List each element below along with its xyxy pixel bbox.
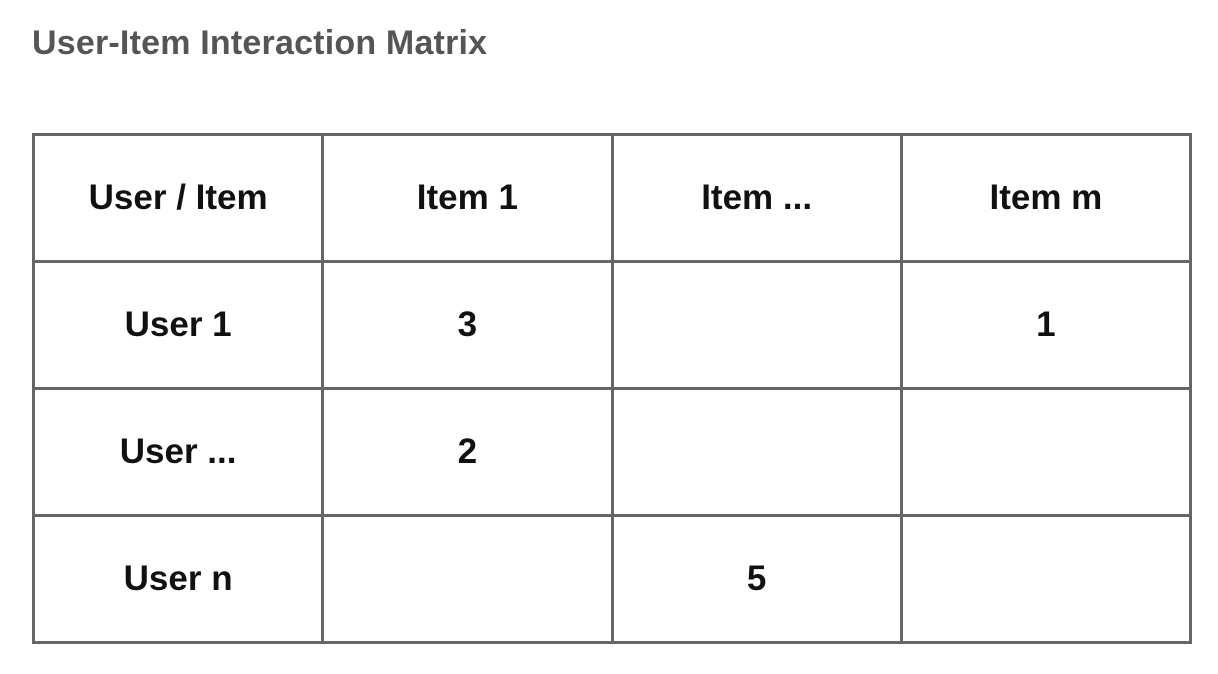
row-header-user-1: User 1: [31, 260, 325, 390]
header-row: User / Item Item 1 Item ... Item m: [31, 133, 1193, 263]
matrix-cell: 5: [610, 514, 903, 644]
table-row: User 1 3 1: [31, 260, 1193, 390]
matrix-cell: [610, 260, 903, 390]
corner-header-cell: User / Item: [31, 133, 325, 263]
table-row: User n 5: [31, 514, 1193, 644]
matrix-cell: 3: [321, 260, 614, 390]
row-header-user-n: User n: [31, 514, 325, 644]
column-header-item-1: Item 1: [321, 133, 614, 263]
table-row: User ... 2: [31, 387, 1193, 517]
matrix-cell: 1: [899, 260, 1193, 390]
interaction-matrix-table: User / Item Item 1 Item ... Item m User …: [31, 133, 1193, 644]
column-header-item-ellipsis: Item ...: [610, 133, 903, 263]
row-header-user-ellipsis: User ...: [31, 387, 325, 517]
matrix-cell: 2: [321, 387, 614, 517]
column-header-item-m: Item m: [899, 133, 1193, 263]
diagram-title: User-Item Interaction Matrix: [32, 24, 488, 62]
matrix-cell: [899, 387, 1193, 517]
matrix-cell: [321, 514, 614, 644]
matrix-cell: [899, 514, 1193, 644]
matrix-cell: [610, 387, 903, 517]
